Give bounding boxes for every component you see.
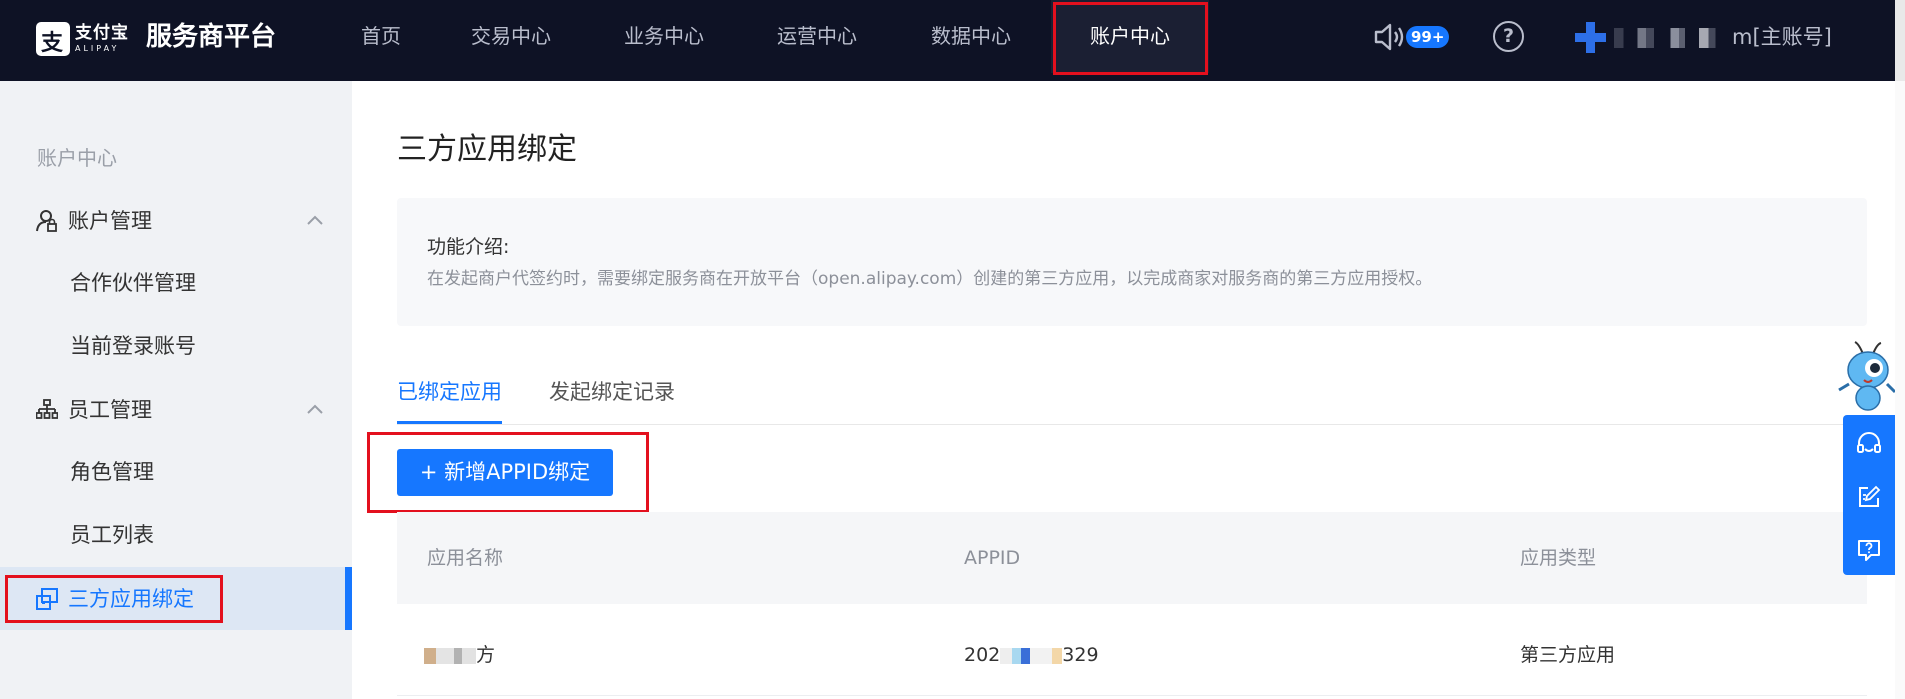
active-indicator bbox=[345, 567, 352, 630]
intro-description: 在发起商户代签约时，需要绑定服务商在开放平台（open.alipay.com）创… bbox=[427, 269, 1433, 289]
account-name[interactable]: m[主账号] bbox=[1614, 20, 1832, 54]
top-navigation-bar: 支付宝 ALIPAY 服务商平台 首页 交易中心 业务中心 运营中心 数据中心 … bbox=[0, 0, 1905, 81]
nav-home[interactable]: 首页 bbox=[361, 0, 401, 73]
mascot-icon[interactable] bbox=[1835, 340, 1897, 418]
alipay-logo[interactable]: 支付宝 ALIPAY bbox=[36, 22, 129, 56]
alipay-logo-icon bbox=[36, 22, 70, 56]
cell-appid: 202 329 bbox=[964, 644, 1099, 666]
edit-icon[interactable] bbox=[1843, 470, 1895, 523]
nav-highlight-box bbox=[1053, 2, 1208, 75]
nav-operations-center[interactable]: 运营中心 bbox=[777, 0, 857, 73]
sidebar-item-partner-management[interactable]: 合作伙伴管理 bbox=[70, 268, 196, 298]
masked-account-text bbox=[1614, 28, 1732, 48]
cell-app-type: 第三方应用 bbox=[1520, 644, 1616, 666]
sidebar-item-staff-list[interactable]: 员工列表 bbox=[70, 520, 154, 550]
column-header-appid: APPID bbox=[964, 547, 1021, 569]
sidebar-group-label: 员工管理 bbox=[68, 398, 152, 422]
sidebar-group-account-management[interactable]: 账户管理 bbox=[36, 206, 152, 236]
scrollbar[interactable] bbox=[1895, 0, 1905, 81]
table-header: 应用名称 APPID 应用类型 bbox=[397, 512, 1867, 604]
sidebar-item-current-login-account[interactable]: 当前登录账号 bbox=[70, 331, 196, 361]
page-scrollbar[interactable] bbox=[1895, 81, 1905, 699]
nav-trade-center[interactable]: 交易中心 bbox=[471, 0, 551, 73]
intro-heading: 功能介绍: bbox=[427, 236, 510, 258]
logo-chinese-text: 支付宝 bbox=[75, 23, 129, 43]
sidebar-title: 账户中心 bbox=[37, 146, 117, 170]
speaker-icon[interactable] bbox=[1373, 22, 1407, 52]
chevron-up-icon[interactable] bbox=[306, 401, 324, 419]
org-tree-icon bbox=[36, 399, 58, 419]
headset-icon[interactable] bbox=[1843, 417, 1895, 470]
page-title: 三方应用绑定 bbox=[397, 132, 577, 167]
notification-badge[interactable]: 99+ bbox=[1406, 26, 1450, 48]
active-tab-indicator bbox=[397, 421, 502, 424]
button-highlight-box bbox=[367, 432, 649, 513]
sidebar-group-staff-management[interactable]: 员工管理 bbox=[36, 395, 152, 425]
float-toolbar bbox=[1843, 415, 1895, 575]
intro-panel: 功能介绍: 在发起商户代签约时，需要绑定服务商在开放平台（open.alipay… bbox=[397, 198, 1867, 326]
bound-apps-table: 应用名称 APPID 应用类型 方 202 329 第三方应用 bbox=[397, 512, 1867, 696]
nav-data-center[interactable]: 数据中心 bbox=[931, 0, 1011, 73]
cell-app-name: 方 bbox=[424, 640, 495, 670]
sidebar-item-role-management[interactable]: 角色管理 bbox=[70, 457, 154, 487]
tab-bar: 已绑定应用 发起绑定记录 bbox=[397, 363, 1867, 425]
sidebar: 账户中心 账户管理 合作伙伴管理 当前登录账号 员工管理 角色管理 员工列表 三… bbox=[0, 81, 352, 699]
sidebar-group-label: 账户管理 bbox=[68, 209, 152, 233]
sidebar-highlight-box bbox=[5, 575, 223, 623]
question-icon[interactable] bbox=[1843, 523, 1895, 576]
table-row[interactable]: 方 202 329 第三方应用 bbox=[397, 604, 1867, 696]
column-header-app-type: 应用类型 bbox=[1520, 547, 1597, 569]
help-icon[interactable]: ? bbox=[1493, 21, 1524, 52]
logo-english-text: ALIPAY bbox=[75, 44, 120, 53]
chevron-up-icon[interactable] bbox=[306, 212, 324, 230]
avatar[interactable] bbox=[1575, 22, 1606, 53]
platform-name: 服务商平台 bbox=[146, 22, 277, 52]
tab-binding-records[interactable]: 发起绑定记录 bbox=[549, 377, 675, 407]
user-lock-icon bbox=[36, 210, 57, 232]
column-header-app-name: 应用名称 bbox=[427, 547, 504, 569]
nav-business-center[interactable]: 业务中心 bbox=[624, 0, 704, 73]
tab-bound-apps[interactable]: 已绑定应用 bbox=[397, 377, 502, 407]
